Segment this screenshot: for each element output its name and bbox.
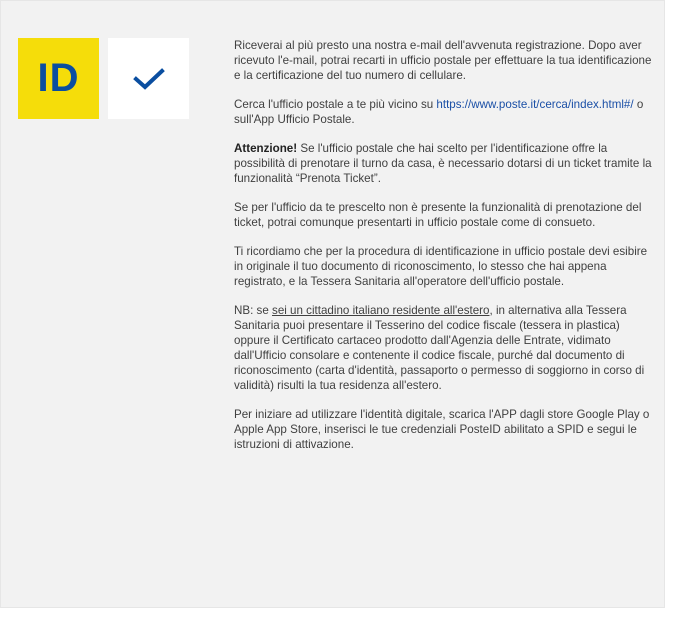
office-search-link[interactable]: https://www.poste.it/cerca/index.html#/	[436, 98, 633, 111]
paragraph-app-activation: Per iniziare ad utilizzare l'identità di…	[234, 408, 650, 451]
nb-text-before: NB: se	[234, 304, 273, 317]
posteid-logo: ID	[18, 38, 99, 119]
resident-abroad-link[interactable]: sei un cittadino italiano residente all'…	[272, 304, 489, 317]
attention-label: Attenzione!	[234, 142, 298, 155]
find-office-text: Cerca l'ufficio postale a te più vicino …	[234, 98, 437, 111]
attention-text: Se l'ufficio postale che hai scelto per …	[234, 142, 652, 185]
paragraph-find-office: Cerca l'ufficio postale a te più vicino …	[234, 97, 654, 127]
paragraph-email-confirmation: Riceverai al più presto una nostra e-mai…	[234, 39, 652, 82]
success-check-box	[108, 38, 189, 119]
nb-text-after: , in alternativa alla Tessera Sanitaria …	[234, 304, 645, 392]
paragraph-documents: Ti ricordiamo che per la procedura di id…	[234, 245, 648, 288]
registration-confirmation-panel: ID Riceverai al più presto una nostra e-…	[0, 0, 665, 608]
paragraph-nb-abroad: NB: se sei un cittadino italiano residen…	[234, 303, 654, 393]
logo-text: ID	[37, 56, 80, 100]
checkmark-icon	[132, 67, 165, 90]
instructions-text: Riceverai al più presto una nostra e-mai…	[234, 38, 654, 466]
paragraph-no-ticket: Se per l'ufficio da te prescelto non è p…	[234, 201, 642, 229]
paragraph-attention: Attenzione! Se l'ufficio postale che hai…	[234, 141, 654, 186]
